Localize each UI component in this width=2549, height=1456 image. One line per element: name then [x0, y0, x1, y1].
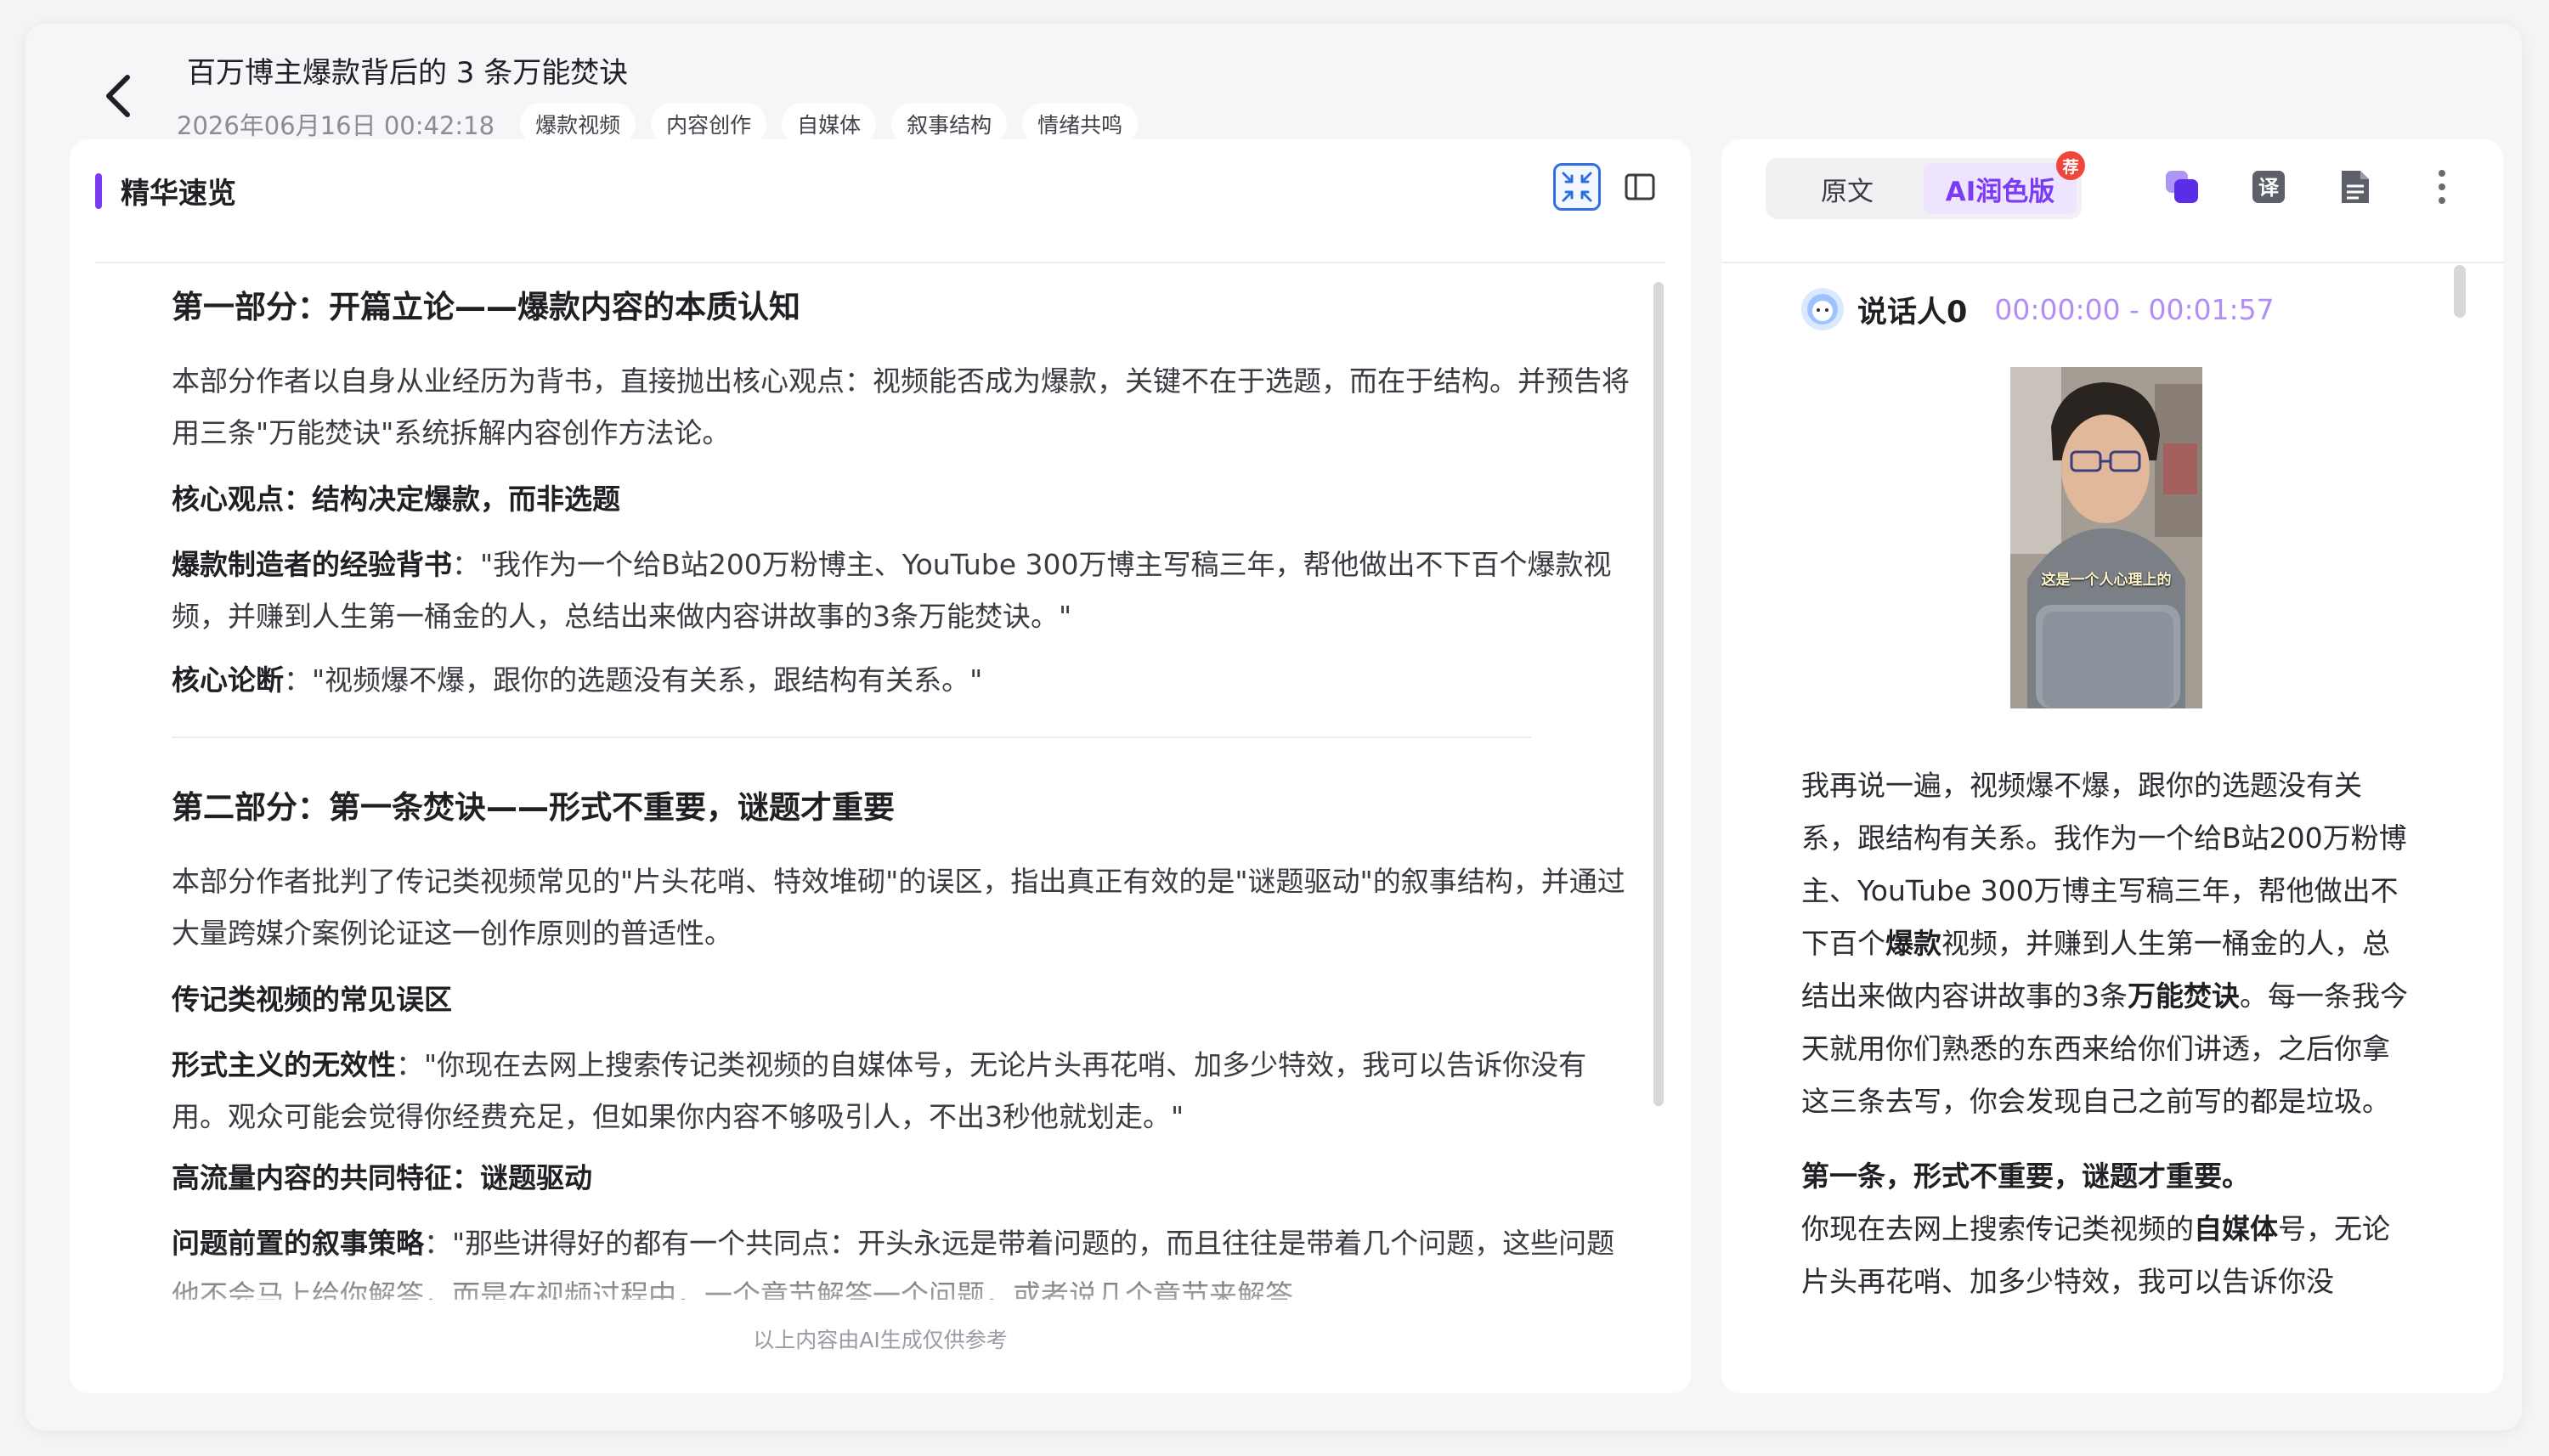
translate-button[interactable]: 译	[2245, 163, 2292, 211]
page-title: 百万博主爆款背后的 3 条万能焚诀	[187, 56, 629, 90]
summary-toolbar	[1553, 163, 1664, 211]
section-intro: 本部分作者以自身从业经历为背书，直接抛出核心观点：视频能否成为爆款，关键不在于选…	[172, 364, 1630, 449]
svg-text:译: 译	[2258, 176, 2280, 200]
section-title: 第二部分：第一条焚诀——形式不重要，谜题才重要	[172, 789, 895, 826]
section-intro: 本部分作者批判了传记类视频常见的"片头花哨、特效堆砌"的误区，指出真正有效的是"…	[172, 865, 1625, 950]
key-point-label: 核心论断	[172, 663, 284, 697]
transcript-panel: 原文 AI润色版 荐 译 说话人0 00:00:00 - 00:01:57 这是…	[1721, 139, 2503, 1393]
key-point: 爆款制造者的经验背书："我作为一个给B站200万粉博主、YouTube 300万…	[172, 539, 1633, 642]
sidebar-layout-icon	[1625, 173, 1655, 200]
keyword-highlight: 自媒体	[2194, 1212, 2278, 1245]
chevron-left-icon	[106, 75, 130, 117]
more-button[interactable]	[2418, 163, 2466, 211]
section-subhead: 高流量内容的共同特征：谜题驱动	[172, 1161, 592, 1194]
section-divider	[172, 736, 1531, 738]
video-thumbnail[interactable]: 这是一个人心理上的	[2010, 367, 2202, 708]
more-vertical-icon	[2439, 170, 2445, 204]
divider	[95, 262, 1665, 263]
transcript-toolbar: 译	[2158, 163, 2466, 211]
key-point: 形式主义的无效性："你现在去网上搜索传记类视频的自媒体号，无论片头再花哨、加多少…	[172, 1039, 1633, 1143]
video-caption: 这是一个人心理上的	[2041, 572, 2172, 589]
summary-panel: 精华速览 第一部分：开篇立论——爆款内容的本质认知 本部分作者以自身从业经历为背…	[70, 139, 1691, 1393]
transcript-text: 我再说一遍，视频爆不爆，跟你的选题没有关系，跟结构有关系。我作为一个给B站200…	[1801, 759, 2416, 1330]
copy-icon	[2166, 171, 2198, 203]
accent-bar	[95, 173, 102, 209]
speaker-name: 说话人0	[1857, 295, 1968, 330]
section-title: 第一部分：开篇立论——爆款内容的本质认知	[172, 289, 800, 325]
speaker-avatar	[1801, 288, 1844, 330]
keyword-highlight: 爆款	[1885, 927, 1941, 960]
speaker-timestamp[interactable]: 00:00:00 - 00:01:57	[1994, 293, 2274, 326]
tab-original-label: 原文	[1821, 176, 1874, 207]
summary-panel-title: 精华速览	[121, 177, 236, 211]
transcript-scrollbar[interactable]	[2454, 265, 2466, 318]
version-switch: 原文 AI润色版 荐	[1766, 151, 2085, 219]
app-window: 百万博主爆款背后的 3 条万能焚诀 2026年06月16日 00:42:18 爆…	[25, 24, 2522, 1431]
section-subhead: 传记类视频的常见误区	[172, 983, 452, 1016]
transcript-heading: 第一条，形式不重要，谜题才重要。	[1801, 1160, 2250, 1193]
copy-button[interactable]	[2158, 163, 2206, 211]
key-point: 核心论断："视频爆不爆，跟你的选题没有关系，跟结构有关系。"	[172, 654, 1633, 706]
split-view-button[interactable]	[1616, 163, 1664, 211]
ai-disclaimer: 以上内容由AI生成仅供参考	[753, 1328, 1008, 1352]
summary-content: 第一部分：开篇立论——爆款内容的本质认知 本部分作者以自身从业经历为背书，直接抛…	[172, 284, 1633, 1300]
transcript-paragraph: 我再说一遍，视频爆不爆，跟你的选题没有关系，跟结构有关系。我作为一个给B站200…	[1801, 759, 2416, 1128]
speaker-row: 说话人0 00:00:00 - 00:01:57	[1801, 284, 2275, 335]
section-subhead: 核心观点：结构决定爆款，而非选题	[172, 483, 620, 516]
avatar-face-icon	[1807, 294, 1838, 324]
key-point-label: 爆款制造者的经验背书	[172, 548, 452, 581]
document-button[interactable]	[2331, 163, 2379, 211]
tab-ai-polished-label: AI润色版	[1945, 176, 2055, 207]
keyword-highlight: 万能焚诀	[2128, 979, 2240, 1013]
key-point-text: ："视频爆不爆，跟你的选题没有关系，跟结构有关系。"	[284, 663, 983, 697]
speaker-portrait-image	[2010, 367, 2202, 708]
collapse-arrows-icon	[1562, 172, 1592, 202]
key-point-label: 形式主义的无效性	[172, 1048, 396, 1081]
divider	[1721, 262, 2503, 263]
tab-ai-polished[interactable]: AI润色版 荐	[1924, 151, 2085, 214]
collapse-button[interactable]	[1553, 163, 1601, 211]
back-button[interactable]	[88, 49, 148, 143]
summary-scrollbar[interactable]	[1653, 282, 1664, 1106]
tab-original[interactable]: 原文	[1771, 163, 1924, 214]
transcript-paragraph: 你现在去网上搜索传记类视频的自媒体号，无论片头再花哨、加多少特效，我可以告诉你没	[1801, 1203, 2416, 1308]
translate-icon: 译	[2252, 171, 2285, 203]
recommend-badge: 荐	[2056, 151, 2085, 180]
document-icon	[2342, 171, 2369, 203]
summary-panel-header: 精华速览	[70, 139, 1691, 263]
created-date: 2026年06月16日 00:42:18	[177, 111, 495, 140]
transcript-segment: 你现在去网上搜索传记类视频的	[1801, 1212, 2194, 1245]
